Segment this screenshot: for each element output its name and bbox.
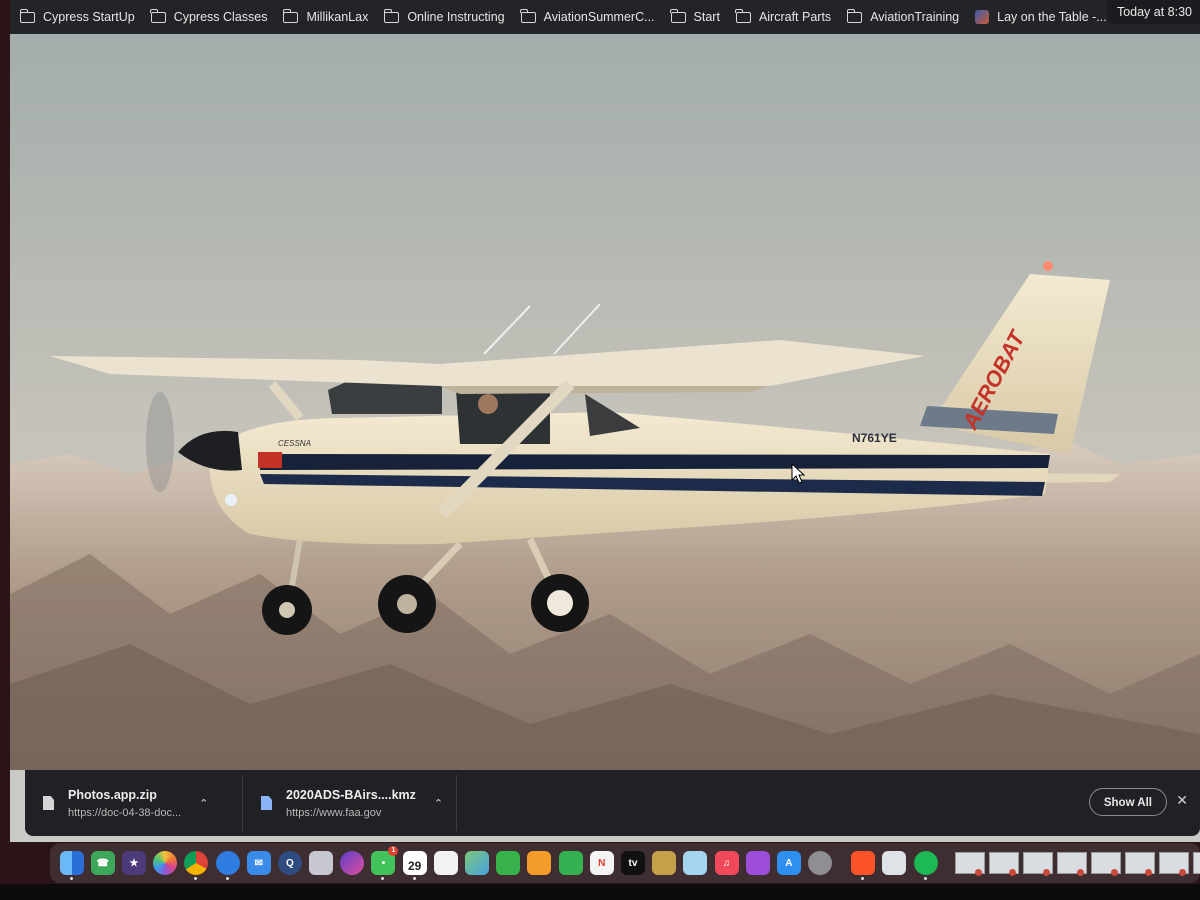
bookmark-aircraft-parts[interactable]: Aircraft Parts [735, 8, 831, 24]
mail-icon[interactable]: ✉ [246, 851, 271, 875]
facetime-video-icon[interactable] [496, 851, 521, 875]
minimized-window[interactable] [1193, 852, 1200, 874]
dock: ☎ ★ ✉ Q • 1 29 N tv ♫ A [50, 843, 1200, 883]
favicon [975, 10, 990, 24]
folder-icon [520, 8, 536, 23]
bookmark-cypress-startup[interactable]: Cypress StartUp [19, 8, 135, 24]
messages-icon[interactable]: • 1 [371, 846, 399, 880]
clock: Today at 8:30 [1106, 0, 1200, 24]
desk-edge [0, 884, 1200, 900]
download-filename: Photos.app.zip [68, 787, 157, 802]
nose-stripe-red [258, 452, 282, 468]
pilot-head [478, 394, 498, 414]
finder-icon[interactable] [59, 851, 84, 880]
landing-light [225, 494, 237, 506]
app-store-icon[interactable]: A [776, 851, 801, 875]
finder-window-icon[interactable] [882, 851, 907, 875]
minimized-window[interactable] [1091, 852, 1122, 876]
fuselage-stripe-navy [258, 454, 1050, 470]
spotify-icon[interactable] [913, 851, 938, 880]
bookmark-online-instructing[interactable]: Online Instructing [383, 8, 505, 24]
aircraft-photo-drawing: AEROBAT CESSNA N761YE [10, 34, 1200, 770]
download-url: https://doc-04-38-doc... [68, 806, 182, 819]
folder-icon [150, 8, 166, 23]
right-main-wheel-hub [547, 590, 573, 616]
pages-icon[interactable] [527, 851, 552, 875]
beacon-light [1043, 261, 1053, 271]
bookmark-lay-on-the-table[interactable]: Lay on the Table -... [975, 10, 1107, 24]
folder-icon [846, 8, 863, 23]
safari-icon[interactable] [215, 851, 240, 880]
textedit-icon[interactable] [433, 851, 458, 875]
podcasts-icon[interactable] [745, 851, 770, 875]
file-icon [261, 796, 272, 810]
left-main-wheel-hub [397, 594, 417, 614]
download-item[interactable]: 2020ADS-BAirs....kmz https://www.faa.gov… [243, 775, 457, 831]
bookmark-aviation-training[interactable]: AviationTraining [846, 8, 959, 24]
minimized-window[interactable] [1125, 852, 1156, 876]
download-filename: 2020ADS-BAirs....kmz [286, 787, 416, 802]
facetime-icon[interactable]: ☎ [90, 851, 115, 875]
apple-tv-icon[interactable]: tv [620, 851, 645, 875]
folder-icon [19, 8, 35, 23]
chrome-icon[interactable] [184, 851, 209, 880]
folder-icon [670, 8, 686, 23]
siri-icon[interactable] [340, 851, 365, 875]
calendar-icon[interactable]: 29 [402, 851, 427, 880]
minimized-window[interactable] [989, 852, 1020, 876]
folder-icon [735, 8, 751, 23]
fuselage-lettering: CESSNA [278, 439, 311, 448]
quicktime-icon[interactable]: Q [277, 851, 302, 875]
launchpad-icon[interactable] [309, 851, 334, 875]
chevron-up-icon[interactable]: ⌃ [434, 797, 443, 810]
photos-icon[interactable] [153, 851, 178, 875]
propeller-blur [146, 392, 174, 492]
news-icon[interactable]: N [589, 851, 614, 875]
chevron-up-icon[interactable]: ⌃ [199, 797, 208, 810]
bookmark-aviation-summer[interactable]: AviationSummerC... [520, 8, 655, 24]
registration-number: N761YE [852, 431, 897, 445]
music-icon[interactable]: ♫ [714, 851, 739, 875]
folder-icon [383, 8, 400, 23]
download-url: https://www.faa.gov [286, 806, 382, 819]
bookmark-start[interactable]: Start [670, 8, 720, 24]
close-icon[interactable]: ✕ [1176, 792, 1188, 809]
brave-icon[interactable] [851, 851, 876, 880]
show-all-button[interactable]: Show All [1088, 788, 1167, 816]
file-icon [43, 796, 54, 810]
nose-wheel-hub [279, 602, 295, 618]
numbers-icon[interactable] [558, 851, 583, 875]
browser-window: Cypress StartUp Cypress Classes Millikan… [10, 0, 1200, 842]
bookmark-cypress-classes[interactable]: Cypress Classes [150, 8, 267, 24]
minimized-window[interactable] [1023, 852, 1054, 876]
preview-icon[interactable] [683, 851, 708, 875]
keynote-icon[interactable] [652, 851, 677, 875]
bookmarks-bar: Cypress StartUp Cypress Classes Millikan… [10, 0, 1200, 34]
imovie-icon[interactable]: ★ [121, 851, 146, 875]
download-item[interactable]: Photos.app.zip https://doc-04-38-doc... … [25, 775, 243, 831]
bookmark-millikanlax[interactable]: MillikanLax [282, 8, 368, 24]
folder-icon [282, 8, 299, 23]
system-preferences-icon[interactable] [808, 851, 833, 875]
minimized-window[interactable] [955, 852, 986, 876]
minimized-window[interactable] [1057, 852, 1088, 876]
minimized-window[interactable] [1159, 852, 1190, 876]
maps-icon[interactable] [465, 851, 490, 875]
aircraft-photo: AEROBAT CESSNA N761YE [10, 34, 1200, 770]
downloads-bar: Photos.app.zip https://doc-04-38-doc... … [25, 770, 1200, 836]
